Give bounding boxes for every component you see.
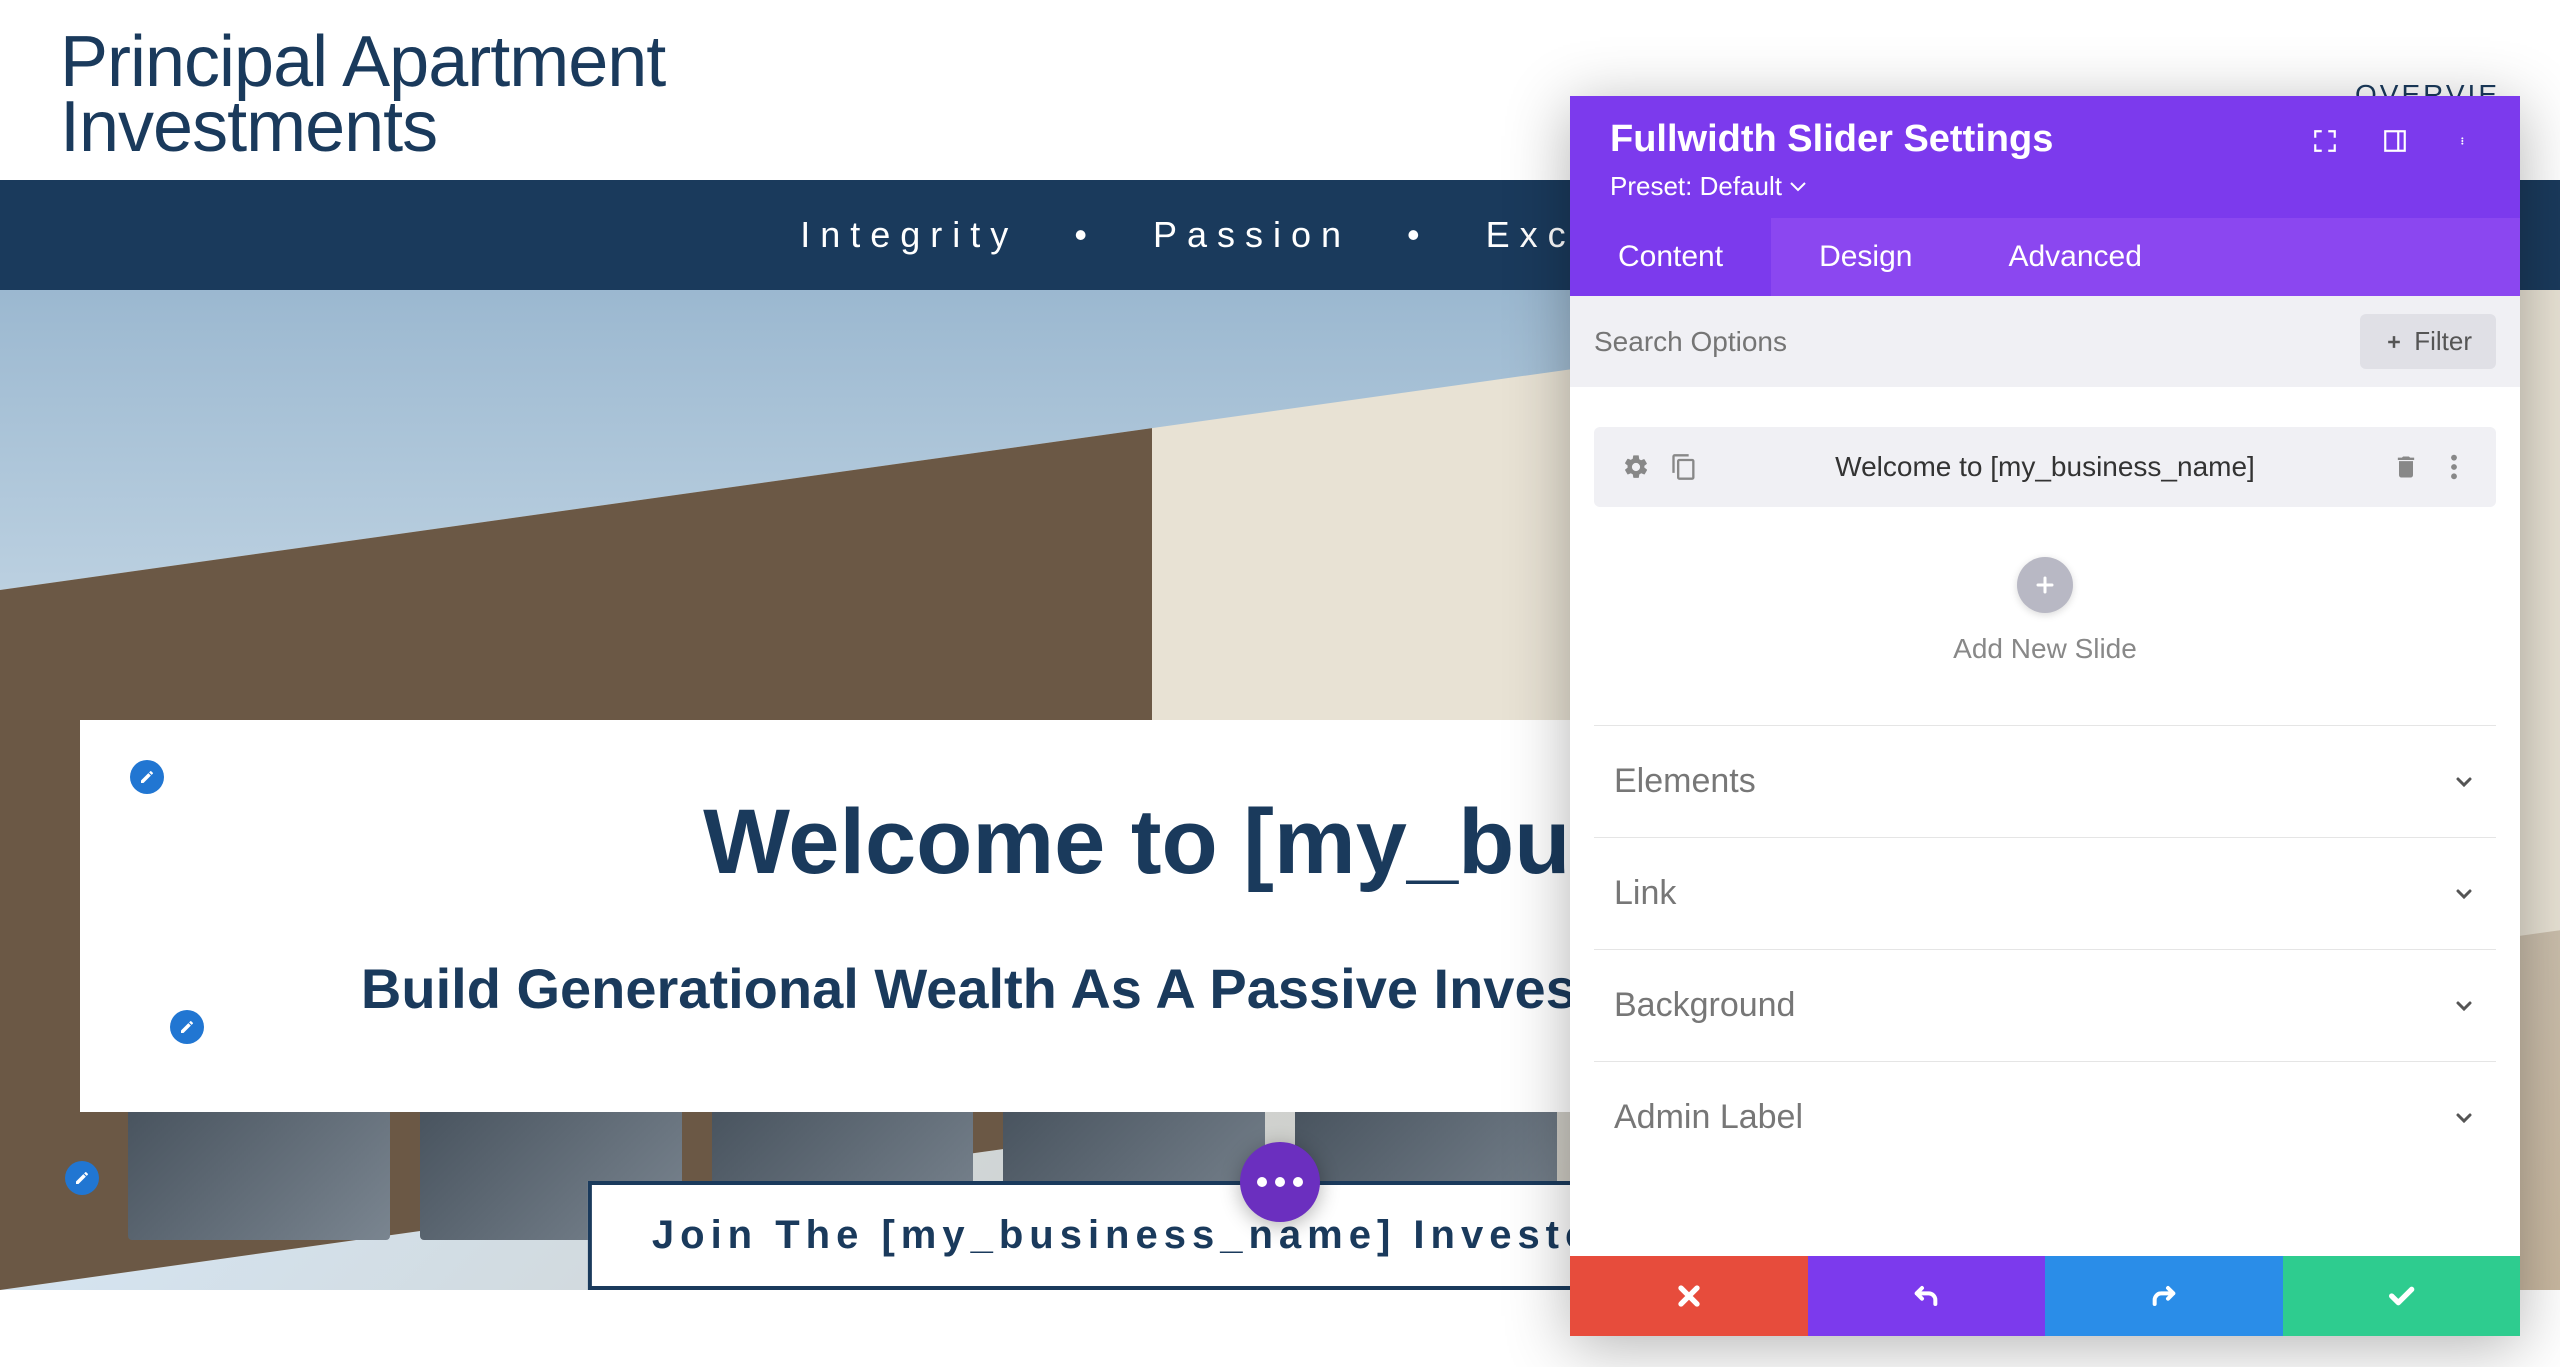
slide-item-label: Welcome to [my_business_name] [1698, 451, 2392, 483]
option-group-title: Admin Label [1614, 1098, 1803, 1137]
close-icon [1673, 1280, 1705, 1312]
filter-label: Filter [2414, 326, 2472, 357]
plus-icon [2033, 573, 2057, 597]
filter-button[interactable]: Filter [2360, 314, 2496, 369]
redo-icon [2148, 1280, 2180, 1312]
trash-icon[interactable] [2392, 453, 2420, 481]
tab-content[interactable]: Content [1570, 218, 1771, 296]
plus-icon [2384, 332, 2404, 352]
tab-design[interactable]: Design [1771, 218, 1960, 296]
preset-label: Preset: Default [1610, 171, 1782, 202]
bullet-separator: • [1407, 214, 1430, 255]
more-vertical-icon[interactable] [2440, 453, 2468, 481]
chevron-down-icon [2452, 1106, 2476, 1130]
add-slide-section: Add New Slide [1594, 557, 2496, 665]
expand-icon[interactable] [2310, 126, 2340, 156]
duplicate-icon[interactable] [1670, 453, 1698, 481]
redo-button[interactable] [2045, 1256, 2283, 1336]
search-input[interactable] [1594, 326, 2344, 358]
more-options-icon[interactable] [2450, 126, 2480, 156]
tagline-word-2: Passion [1153, 214, 1351, 255]
add-slide-label: Add New Slide [1594, 633, 2496, 665]
check-icon [2385, 1280, 2417, 1312]
tagline-word-1: Integrity [800, 214, 1018, 255]
chevron-down-icon [2452, 770, 2476, 794]
panel-header-actions [2310, 126, 2480, 156]
gear-icon[interactable] [1622, 453, 1650, 481]
undo-icon [1910, 1280, 1942, 1312]
undo-button[interactable] [1808, 1256, 2046, 1336]
slide-item[interactable]: Welcome to [my_business_name] [1594, 427, 2496, 507]
panel-header: Fullwidth Slider Settings Preset: Defaul… [1570, 96, 2520, 218]
panel-search-bar: Filter [1570, 296, 2520, 387]
option-group-admin-label[interactable]: Admin Label [1594, 1061, 2496, 1173]
bullet-separator: • [1074, 214, 1097, 255]
option-group-elements[interactable]: Elements [1594, 725, 2496, 837]
save-button[interactable] [2283, 1256, 2521, 1336]
panel-body: Welcome to [my_business_name] Add New Sl… [1570, 387, 2520, 1256]
edit-title-icon[interactable] [130, 760, 164, 794]
preset-dropdown[interactable]: Preset: Default [1610, 171, 2480, 202]
option-group-link[interactable]: Link [1594, 837, 2496, 949]
slide-item-actions-left [1622, 453, 1698, 481]
edit-subtitle-icon[interactable] [170, 1010, 204, 1044]
site-logo[interactable]: Principal Apartment Investments [60, 30, 665, 160]
edit-cta-icon[interactable] [65, 1161, 99, 1195]
logo-line-1: Principal Apartment [60, 30, 665, 95]
add-slide-button[interactable] [2017, 557, 2073, 613]
option-group-title: Background [1614, 986, 1795, 1025]
cancel-button[interactable] [1570, 1256, 1808, 1336]
option-group-title: Elements [1614, 762, 1756, 801]
panel-footer [1570, 1256, 2520, 1336]
tab-advanced[interactable]: Advanced [1960, 218, 2189, 296]
option-group-background[interactable]: Background [1594, 949, 2496, 1061]
caret-down-icon [1790, 182, 1806, 192]
page-actions-fab[interactable] [1240, 1142, 1320, 1222]
chevron-down-icon [2452, 994, 2476, 1018]
settings-panel: Fullwidth Slider Settings Preset: Defaul… [1570, 96, 2520, 1336]
panel-tabs: Content Design Advanced [1570, 218, 2520, 296]
logo-line-2: Investments [60, 95, 665, 160]
slide-item-actions-right [2392, 453, 2468, 481]
chevron-down-icon [2452, 882, 2476, 906]
option-group-title: Link [1614, 874, 1676, 913]
snap-icon[interactable] [2380, 126, 2410, 156]
